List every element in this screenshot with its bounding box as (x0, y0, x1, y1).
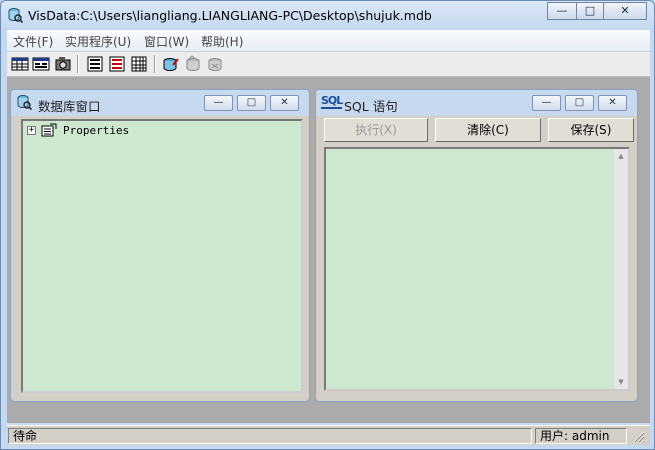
status-message: 待命 (8, 428, 532, 444)
toolbar-separator (77, 55, 79, 73)
menu-file[interactable]: 文件(F) (13, 33, 53, 50)
status-user: 用户: admin (535, 428, 627, 444)
menu-bar: 文件(F) 实用程序(U) 窗口(W) 帮助(H) (7, 30, 650, 52)
sql-window: SQL SQL 语句 — □ ✕ 执行(X) 清除(C) 保存(S) ▲ ▼ (315, 89, 638, 402)
database-tree[interactable]: + Properties (21, 119, 303, 393)
commit-icon[interactable] (184, 55, 202, 73)
minimize-button[interactable]: — (547, 2, 577, 20)
mdi-workspace: 数据库窗口 — □ ✕ + Properties SQL SQL 语句 — □ … (7, 77, 650, 423)
dynaset-icon[interactable] (32, 55, 50, 73)
scroll-up-arrow-icon[interactable]: ▲ (614, 149, 628, 163)
clear-button[interactable]: 清除(C) (435, 118, 541, 142)
window-title: VisData:C:\Users\liangliang.LIANGLIANG-P… (28, 8, 432, 23)
sql-window-titlebar[interactable]: SQL SQL 语句 — □ ✕ (316, 90, 637, 116)
properties-icon (41, 123, 57, 137)
title-bar[interactable]: VisData:C:\Users\liangliang.LIANGLIANG-P… (1, 1, 654, 30)
menu-utility[interactable]: 实用程序(U) (65, 33, 131, 50)
snapshot-icon[interactable] (54, 55, 72, 73)
database-window-minimize-button[interactable]: — (204, 95, 233, 111)
save-button[interactable]: 保存(S) (548, 118, 634, 142)
data-control-icon[interactable] (86, 55, 104, 73)
vertical-scrollbar[interactable]: ▲ ▼ (614, 149, 628, 389)
sql-icon: SQL (321, 94, 343, 109)
tree-item-label[interactable]: Properties (63, 124, 129, 137)
visdata-app-icon (8, 8, 23, 23)
database-window-close-button[interactable]: ✕ (270, 95, 299, 111)
resize-grip-icon[interactable] (631, 429, 645, 443)
database-window: 数据库窗口 — □ ✕ + Properties (10, 89, 310, 402)
sql-window-title: SQL 语句 (344, 99, 398, 114)
sql-window-minimize-button[interactable]: — (532, 95, 561, 111)
close-button[interactable]: ✕ (603, 2, 647, 20)
database-window-title: 数据库窗口 (38, 99, 101, 114)
toolbar-separator (154, 55, 156, 73)
grid-icon[interactable] (130, 55, 148, 73)
database-window-titlebar[interactable]: 数据库窗口 — □ ✕ (11, 90, 309, 116)
menu-window[interactable]: 窗口(W) (144, 33, 189, 50)
maximize-button[interactable]: □ (576, 2, 604, 20)
dbgrid-icon[interactable] (108, 55, 126, 73)
scroll-down-arrow-icon[interactable]: ▼ (614, 375, 628, 389)
sql-text-area[interactable]: ▲ ▼ (324, 147, 630, 391)
begin-transaction-icon[interactable] (162, 55, 180, 73)
database-window-maximize-button[interactable]: □ (237, 95, 266, 111)
toolbar (7, 52, 650, 77)
application-window: VisData:C:\Users\liangliang.LIANGLIANG-P… (0, 0, 655, 450)
tree-expand-toggle[interactable]: + (27, 126, 36, 135)
menu-help[interactable]: 帮助(H) (201, 33, 243, 50)
database-window-icon (17, 95, 32, 110)
rollback-icon[interactable] (206, 55, 224, 73)
status-bar: 待命 用户: admin (7, 425, 650, 445)
execute-button[interactable]: 执行(X) (324, 118, 428, 142)
sql-window-maximize-button[interactable]: □ (565, 95, 594, 111)
table-icon[interactable] (11, 55, 29, 73)
sql-window-close-button[interactable]: ✕ (598, 95, 627, 111)
